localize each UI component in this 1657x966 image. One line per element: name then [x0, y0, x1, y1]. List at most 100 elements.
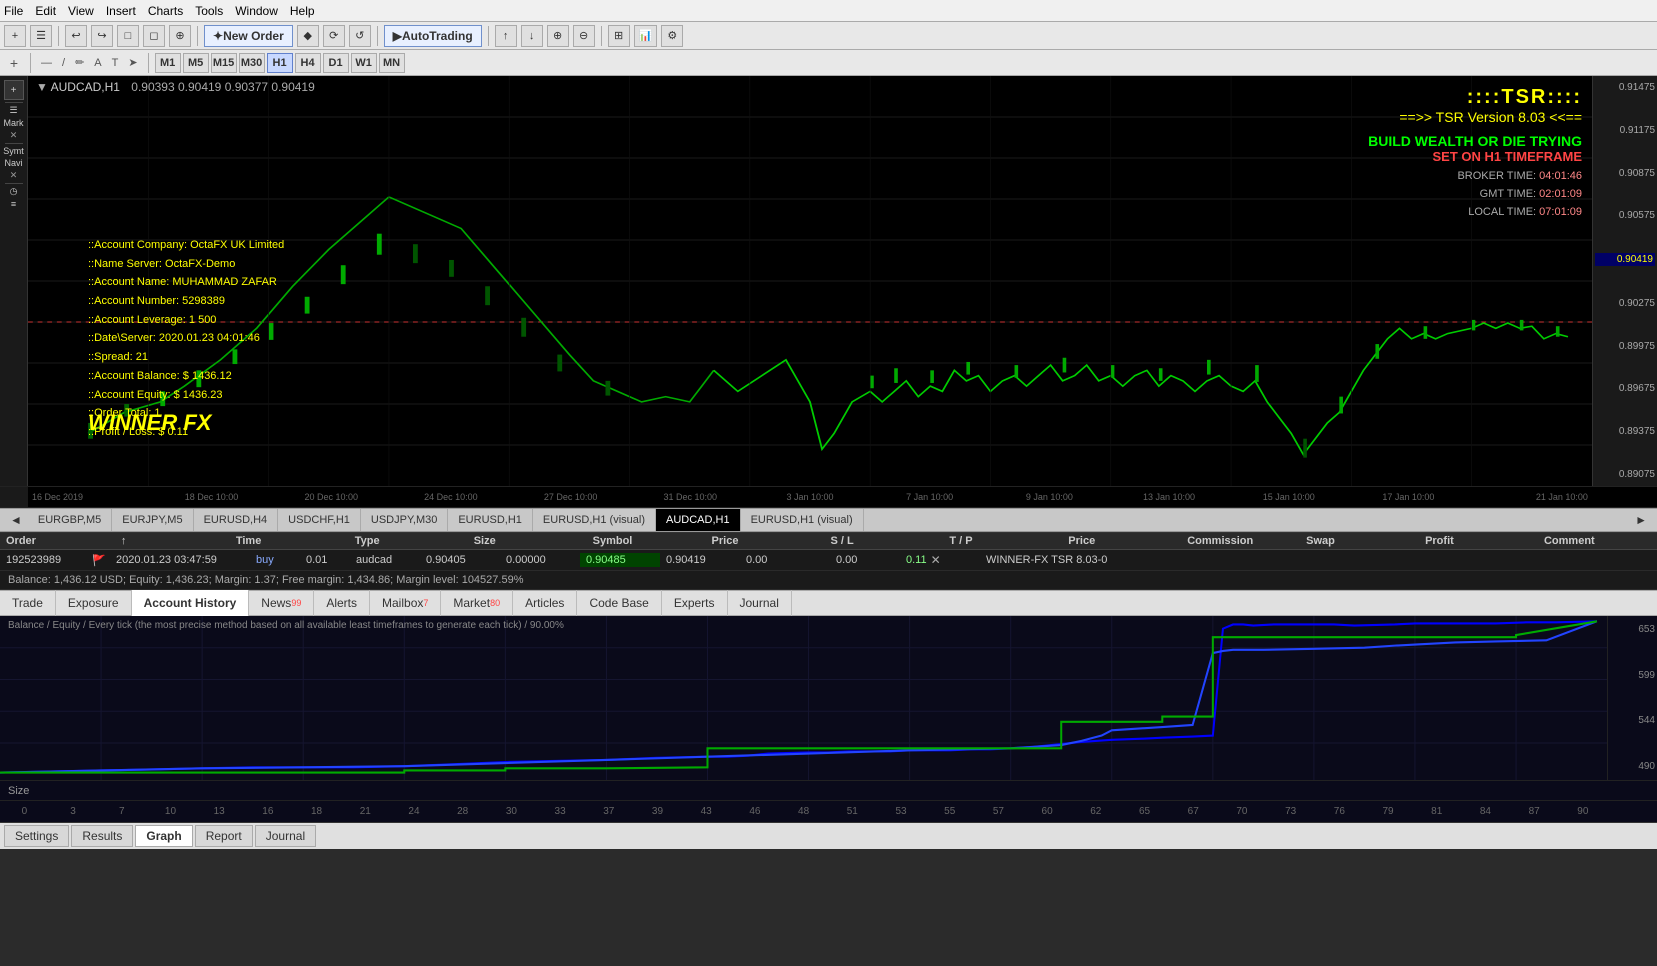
tf-mn[interactable]: MN: [379, 53, 405, 73]
tab-exposure[interactable]: Exposure: [56, 590, 132, 616]
select-btn[interactable]: ◻: [143, 25, 165, 47]
tf-m1[interactable]: M1: [155, 53, 181, 73]
tab-eurusd-h1[interactable]: EURUSD,H1: [448, 508, 533, 532]
order-flag: 🚩: [90, 554, 110, 567]
menu-view[interactable]: View: [68, 4, 94, 18]
order-table-header: Order ↑ Time Type Size Symbol Price S / …: [0, 533, 1657, 550]
tf-h1[interactable]: H1: [267, 53, 293, 73]
redo-btn[interactable]: ↪: [91, 25, 113, 47]
menu-file[interactable]: File: [4, 4, 23, 18]
market-badge: 80: [490, 598, 500, 608]
left-btn1[interactable]: ☰: [9, 105, 17, 116]
chart-ohlc: 0.90393 0.90419 0.90377 0.90419: [131, 80, 315, 94]
tab-eurgbp-m5[interactable]: EURGBP,M5: [28, 508, 112, 532]
tab-articles[interactable]: Articles: [513, 590, 577, 616]
chart-area[interactable]: ▼ AUDCAD,H1 0.90393 0.90419 0.90377 0.90…: [28, 76, 1592, 486]
name-server-line: ::Name Server: OctaFX-Demo: [88, 255, 284, 274]
order-open-price: 0.90405: [420, 554, 500, 566]
tab-trade[interactable]: Trade: [0, 590, 56, 616]
rotate-btn[interactable]: ↺: [349, 25, 371, 47]
new-order-button[interactable]: ✦ New Order: [204, 25, 293, 47]
bc-tab-settings[interactable]: Settings: [4, 825, 69, 847]
left-close[interactable]: ✕: [10, 170, 18, 181]
tab-usdchf-h1[interactable]: USDCHF,H1: [278, 508, 361, 532]
menu-bar: File Edit View Insert Charts Tools Windo…: [0, 0, 1657, 22]
x-axis-labels: 16 Dec 2019 18 Dec 10:00 20 Dec 10:00 24…: [28, 487, 1592, 507]
tab-experts[interactable]: Experts: [662, 590, 728, 616]
zoom-out-btn[interactable]: ⊖: [573, 25, 595, 47]
tab-code-base[interactable]: Code Base: [577, 590, 661, 616]
left-sep1: [5, 102, 23, 103]
order-tp: 0.90485: [580, 553, 660, 567]
menu-edit[interactable]: Edit: [35, 4, 56, 18]
tab-eurusd-h1-visual[interactable]: EURUSD,H1 (visual): [533, 508, 656, 532]
col-order: Order: [0, 535, 119, 547]
scale-599: 599: [1610, 670, 1655, 681]
tab-eurusd-h4[interactable]: EURUSD,H4: [194, 508, 279, 532]
bc-tab-report[interactable]: Report: [195, 825, 253, 847]
left-btn4[interactable]: ≡: [11, 199, 16, 209]
tf-m15[interactable]: M15: [211, 53, 237, 73]
arrow-tool[interactable]: ➤: [124, 56, 141, 69]
tf-d1[interactable]: D1: [323, 53, 349, 73]
line-tool[interactable]: —: [37, 57, 56, 69]
tab-audcad-h1[interactable]: AUDCAD,H1: [656, 508, 741, 532]
autotrading-label: AutoTrading: [402, 29, 473, 43]
left-crosshair[interactable]: +: [4, 80, 24, 100]
left-btn3[interactable]: ◷: [10, 186, 18, 197]
col-time: Time: [230, 535, 349, 547]
settings-btn[interactable]: ⚙: [661, 25, 683, 47]
autotrading-button[interactable]: ▶ AutoTrading: [384, 25, 482, 47]
close-order-btn[interactable]: ✕: [931, 553, 941, 567]
x-tick-46: 46: [731, 806, 780, 817]
account-leverage-line: ::Account Leverage: 1 500: [88, 311, 284, 330]
indicator-btn[interactable]: 📊: [634, 25, 658, 47]
zoom-btn[interactable]: ⊕: [169, 25, 191, 47]
refresh-btn[interactable]: ⟳: [323, 25, 345, 47]
tab-eurusd-h1-visual2[interactable]: EURUSD,H1 (visual): [741, 508, 864, 532]
tab-news[interactable]: News 99: [249, 590, 314, 616]
menu-help[interactable]: Help: [290, 4, 315, 18]
tab-mailbox[interactable]: Mailbox 7: [370, 590, 441, 616]
text-tool[interactable]: A: [90, 57, 105, 69]
up-btn[interactable]: ↑: [495, 25, 517, 47]
bc-tab-journal[interactable]: Journal: [255, 825, 316, 847]
tab-alerts[interactable]: Alerts: [314, 590, 370, 616]
diagonal-tool[interactable]: /: [58, 57, 69, 69]
crosshair-btn[interactable]: +: [4, 25, 26, 47]
balance-summary-text: Balance: 1,436.12 USD; Equity: 1,436.23;…: [8, 574, 523, 586]
crosshair-tool[interactable]: +: [4, 53, 24, 73]
tab-eurjpy-m5[interactable]: EURJPY,M5: [112, 508, 193, 532]
tf-w1[interactable]: W1: [351, 53, 377, 73]
left-btn2[interactable]: ✕: [10, 130, 18, 141]
zoom-in-btn[interactable]: ⊕: [547, 25, 569, 47]
tab-account-history[interactable]: Account History: [132, 590, 250, 616]
chart-tab-arrow-left[interactable]: ◄: [4, 513, 28, 527]
menu-charts[interactable]: Charts: [148, 4, 183, 18]
x-label-5: 31 Dec 10:00: [630, 492, 750, 502]
x-tick-30: 30: [487, 806, 536, 817]
menu-window[interactable]: Window: [235, 4, 278, 18]
rect-btn[interactable]: □: [117, 25, 139, 47]
bottom-price-scale: 653 599 544 490: [1607, 616, 1657, 780]
menu-btn[interactable]: ☰: [30, 25, 52, 47]
menu-insert[interactable]: Insert: [106, 4, 136, 18]
tab-journal[interactable]: Journal: [728, 590, 792, 616]
bc-tab-results[interactable]: Results: [71, 825, 133, 847]
tab-market[interactable]: Market 80: [441, 590, 513, 616]
tab-usdjpy-m30[interactable]: USDJPY,M30: [361, 508, 448, 532]
tf-m5[interactable]: M5: [183, 53, 209, 73]
gmt-time-value: 02:01:09: [1539, 188, 1582, 200]
down-btn[interactable]: ↓: [521, 25, 543, 47]
chart-tab-arrow-right[interactable]: ►: [1629, 513, 1653, 527]
delete-btn[interactable]: ◆: [297, 25, 319, 47]
chart-type-btn[interactable]: ⊞: [608, 25, 630, 47]
menu-tools[interactable]: Tools: [195, 4, 223, 18]
tf-m30[interactable]: M30: [239, 53, 265, 73]
undo-btn[interactable]: ↩: [65, 25, 87, 47]
tf-h4[interactable]: H4: [295, 53, 321, 73]
balance-equity-chart[interactable]: Balance / Equity / Every tick (the most …: [0, 616, 1657, 781]
pencil-tool[interactable]: ✏: [71, 56, 88, 69]
text2-tool[interactable]: T: [108, 57, 123, 69]
bc-tab-graph[interactable]: Graph: [135, 825, 192, 847]
